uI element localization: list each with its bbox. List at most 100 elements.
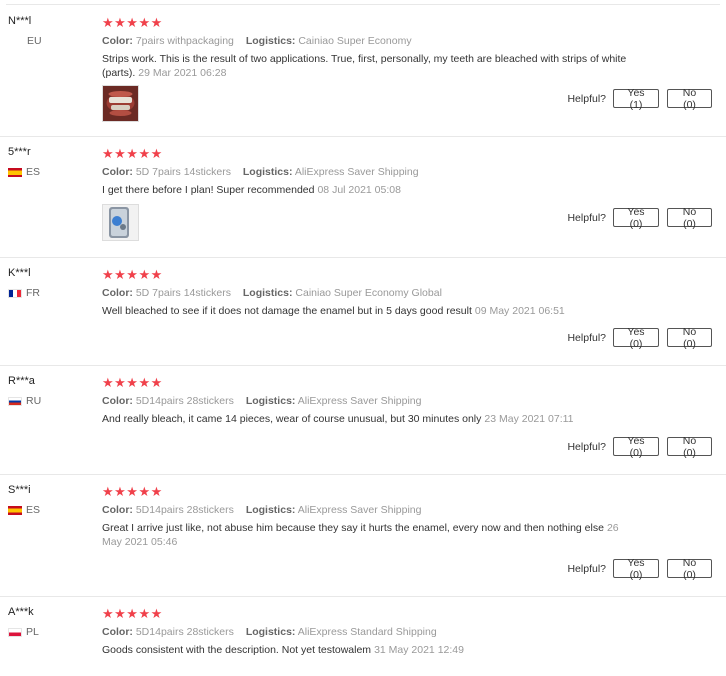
logistics-key: Logistics: [245,35,296,47]
review-meta: Color: 5D14pairs 28stickers Logistics: A… [102,395,421,407]
logistics-key: Logistics: [245,504,296,516]
helpful-no-button[interactable]: No (0) [667,435,712,459]
star-rating: ★★★★★ [102,15,163,30]
helpful-no-button[interactable]: No (0) [667,87,712,111]
logistics-value: AliExpress Standard Shipping [297,626,437,638]
logistics-value: AliExpress Saver Shipping [294,166,419,178]
reviewer-country: EU [8,35,42,47]
review-text: Goods consistent with the description. N… [102,644,632,658]
review-item: A***k PL ★★★★★ Color: 5D14pairs 28sticke… [0,596,726,676]
star-rating: ★★★★★ [102,484,163,499]
review-meta: Color: 5D14pairs 28stickers Logistics: A… [102,626,437,638]
helpful-label: Helpful? [567,92,606,105]
star-rating: ★★★★★ [102,375,163,390]
reviewer-country: ES [8,504,40,516]
review-text: Well bleached to see if it does not dama… [102,305,632,319]
review-item: N***l EU ★★★★★ Color: 7pairs withpackagi… [0,5,726,137]
color-value: 5D 7pairs 14stickers [135,166,231,178]
country-code: RU [26,395,42,407]
country-code: ES [26,504,41,516]
country-code: FR [26,287,40,299]
reviewer-name: A***k [8,606,34,618]
logistics-value: Cainiao Super Economy Global [295,287,442,299]
reviewer-name: N***l [8,15,32,27]
helpful-no-button[interactable]: No (0) [667,206,712,230]
review-item: R***a RU ★★★★★ Color: 5D14pairs 28sticke… [0,365,726,475]
review-text: Strips work. This is the result of two a… [102,53,632,80]
review-body: Goods consistent with the description. N… [102,644,372,656]
country-code: EU [27,35,42,47]
color-value: 5D 7pairs 14stickers [135,287,231,299]
logistics-value: Cainiao Super Economy [298,35,412,47]
country-code: PL [26,626,39,638]
logistics-key: Logistics: [242,166,293,178]
reviewer-country: ES [8,166,40,178]
logistics-key: Logistics: [245,395,296,407]
color-value: 5D14pairs 28stickers [135,626,234,638]
logistics-key: Logistics: [245,626,296,638]
review-body: Well bleached to see if it does not dama… [102,305,472,317]
reviewer-country: FR [8,287,40,299]
review-text: And really bleach, it came 14 pieces, we… [102,413,632,427]
product-photo-image [103,205,138,240]
country-code: ES [26,166,41,178]
review-date: 31 May 2021 12:49 [374,644,464,656]
helpful-section: Helpful? Yes (1) No (0) [567,87,712,111]
color-value: 7pairs withpackaging [135,35,234,47]
review-meta: Color: 5D14pairs 28stickers Logistics: A… [102,504,421,516]
reviewer-country: PL [8,626,39,638]
review-meta: Color: 7pairs withpackaging Logistics: C… [102,35,412,47]
helpful-section: Helpful? Yes (0) No (0) [567,557,712,581]
color-key: Color: [102,626,133,638]
helpful-yes-button[interactable]: Yes (0) [613,435,659,459]
helpful-section: Helpful? Yes (0) No (0) [567,206,712,230]
logistics-value: AliExpress Saver Shipping [297,395,422,407]
russia-flag-icon [8,396,22,406]
helpful-yes-button[interactable]: Yes (0) [613,206,659,230]
review-photo-thumbnail[interactable] [102,204,139,241]
reviewer-name: 5***r [8,146,31,158]
reviewer-country: RU [8,395,41,407]
review-body: And really bleach, it came 14 pieces, we… [102,413,482,425]
teeth-photo-image [103,86,138,121]
color-key: Color: [102,35,133,47]
color-key: Color: [102,504,133,516]
review-text: I get there before I plan! Super recomme… [102,184,632,198]
helpful-section: Helpful? Yes (0) No (0) [567,435,712,459]
review-body: Great I arrive just like, not abuse him … [102,522,604,534]
helpful-yes-button[interactable]: Yes (0) [613,326,659,350]
review-item: S***i ES ★★★★★ Color: 5D14pairs 28sticke… [0,474,726,597]
logistics-key: Logistics: [242,287,293,299]
helpful-no-button[interactable]: No (0) [667,326,712,350]
review-body: I get there before I plan! Super recomme… [102,184,315,196]
review-meta: Color: 5D 7pairs 14stickers Logistics: A… [102,166,419,178]
color-key: Color: [102,166,133,178]
star-rating: ★★★★★ [102,606,163,621]
helpful-section: Helpful? Yes (0) No (0) [567,326,712,350]
poland-flag-icon [8,627,22,637]
color-key: Color: [102,287,133,299]
review-photo-thumbnail[interactable] [102,85,139,122]
color-value: 5D14pairs 28stickers [135,504,234,516]
star-rating: ★★★★★ [102,267,163,282]
review-item: 5***r ES ★★★★★ Color: 5D 7pairs 14sticke… [0,136,726,258]
reviewer-name: S***i [8,484,31,496]
review-meta: Color: 5D 7pairs 14stickers Logistics: C… [102,287,442,299]
spain-flag-icon [8,167,22,177]
helpful-label: Helpful? [567,331,606,344]
review-item: K***l FR ★★★★★ Color: 5D 7pairs 14sticke… [0,257,726,366]
france-flag-icon [8,288,22,298]
reviewer-name: K***l [8,267,31,279]
helpful-yes-button[interactable]: Yes (1) [613,87,659,111]
helpful-label: Helpful? [567,440,606,453]
star-rating: ★★★★★ [102,146,163,161]
review-date: 29 Mar 2021 06:28 [138,66,227,79]
helpful-label: Helpful? [567,562,606,575]
helpful-yes-button[interactable]: Yes (0) [613,557,659,581]
color-value: 5D14pairs 28stickers [135,395,234,407]
color-key: Color: [102,395,133,407]
helpful-no-button[interactable]: No (0) [667,557,712,581]
spain-flag-icon [8,505,22,515]
review-date: 23 May 2021 07:11 [484,413,574,425]
helpful-label: Helpful? [567,211,606,224]
